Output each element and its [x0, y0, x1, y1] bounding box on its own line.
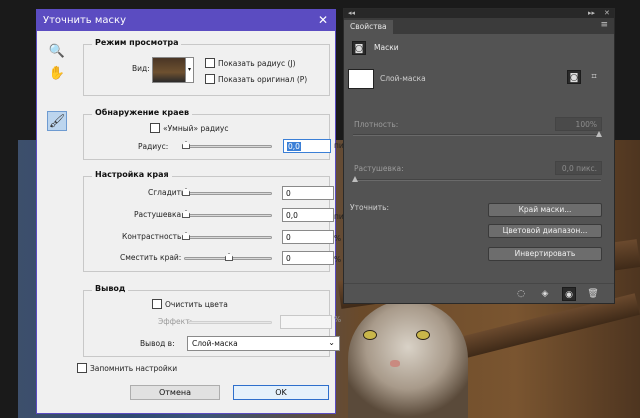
density-label: Плотность: [354, 120, 399, 129]
close-icon[interactable]: ✕ [604, 9, 610, 18]
smart-radius-checkbox[interactable] [150, 123, 160, 133]
smooth-input[interactable]: 0 [282, 186, 334, 200]
edge-detection-title: Обнаружение краев [92, 108, 193, 117]
pixel-mask-icon[interactable]: ◙ [567, 70, 581, 84]
feather-slider[interactable] [352, 176, 601, 182]
refine-mask-dialog: Уточнить маску ✕ 🔍 ✋ 🖌 Режим просмотра В… [36, 9, 355, 414]
feather-slider-handle[interactable] [352, 176, 358, 182]
feather-label: Растушевка: [354, 164, 404, 173]
cat-eye [363, 330, 377, 340]
adjust-edge-group: Настройка края Сгладить: 0 Растушевка: 0… [83, 170, 334, 272]
visibility-icon[interactable]: ◉ [562, 287, 576, 301]
feather-slider[interactable] [182, 210, 272, 218]
shift-edge-unit: % [334, 255, 342, 264]
amount-label: Эффект: [158, 317, 193, 326]
mask-edge-button[interactable]: Край маски... [488, 203, 602, 217]
zoom-tool-icon[interactable]: 🔍 [47, 41, 67, 61]
shift-edge-label: Сместить край: [120, 253, 182, 262]
adjust-edge-title: Настройка края [92, 170, 172, 179]
show-original-label: Показать оригинал (P) [218, 75, 308, 84]
cat-eye [416, 330, 430, 340]
properties-panel: ◂◂ ▸▸ ✕ Свойства ≡ ◙ Маски Слой-маска ◙ … [343, 8, 615, 304]
trash-icon[interactable]: 🗑 [586, 287, 600, 301]
amount-slider [188, 321, 272, 324]
decontaminate-label: Очистить цвета [165, 300, 228, 309]
panel-menu-icon[interactable]: ≡ [600, 20, 608, 30]
radius-input[interactable]: 0,0 [283, 139, 331, 153]
contrast-slider[interactable] [182, 232, 272, 240]
refine-label: Уточнить: [350, 203, 390, 212]
cat-nose [390, 360, 400, 367]
masks-label: Маски [374, 43, 399, 52]
smart-radius-label: «Умный» радиус [163, 124, 229, 133]
contrast-unit: % [334, 234, 342, 243]
density-slider[interactable] [353, 131, 602, 137]
amount-unit: % [334, 315, 342, 324]
cat-head [348, 300, 468, 418]
decontaminate-checkbox[interactable] [152, 299, 162, 309]
mask-icon: ◙ [352, 41, 366, 55]
color-range-button[interactable]: Цветовой диапазон... [488, 224, 602, 238]
chevron-down-icon: ⌄ [328, 338, 335, 347]
dialog-titlebar: Уточнить маску ✕ [37, 10, 335, 31]
invert-button[interactable]: Инвертировать [488, 247, 602, 261]
close-icon[interactable]: ✕ [317, 14, 329, 26]
edge-detection-group: Обнаружение краев «Умный» радиус Радиус:… [83, 108, 331, 160]
feather-input[interactable]: 0,0 пикс. [555, 161, 602, 175]
radius-slider[interactable] [182, 141, 272, 149]
tab-properties[interactable]: Свойства [344, 20, 393, 34]
vector-mask-icon[interactable]: ⌗ [587, 70, 601, 84]
collapse-right-icon[interactable]: ▸▸ [588, 9, 595, 18]
smooth-slider[interactable] [182, 188, 272, 196]
ok-button[interactable]: OK [233, 385, 329, 400]
collapse-left-icon[interactable]: ◂◂ [348, 9, 355, 18]
show-radius-label: Показать радиус (J) [218, 59, 296, 68]
cancel-button[interactable]: Отмена [130, 385, 220, 400]
contrast-label: Контрастность: [122, 232, 184, 241]
apply-mask-icon[interactable]: ◈ [538, 287, 552, 301]
radius-value: 0,0 [287, 142, 301, 151]
remember-settings-label: Запомнить настройки [90, 364, 178, 373]
density-input[interactable]: 100% [555, 117, 602, 131]
output-group: Вывод Очистить цвета Эффект: Вывод в: Сл… [83, 284, 340, 357]
view-label: Вид: [132, 64, 150, 73]
view-mode-title: Режим просмотра [92, 38, 182, 47]
show-original-checkbox[interactable] [205, 74, 215, 84]
radius-slider-handle[interactable] [182, 141, 190, 149]
smooth-label: Сгладить: [148, 188, 188, 197]
refine-radius-brush-icon[interactable]: 🖌 [47, 111, 67, 131]
density-slider-handle[interactable] [596, 131, 602, 137]
panel-tabs: Свойства ≡ [344, 18, 614, 34]
load-selection-icon[interactable]: ◌ [514, 287, 528, 301]
layer-mask-label: Слой-маска [380, 74, 426, 83]
shift-edge-slider-handle[interactable] [225, 253, 233, 261]
view-mode-group: Режим просмотра Вид: ▾ Показать радиус (… [83, 38, 330, 96]
feather-input[interactable]: 0,0 [282, 208, 334, 222]
view-thumbnail[interactable] [152, 57, 186, 83]
panel-top-strip: ◂◂ ▸▸ ✕ [344, 9, 614, 18]
output-title: Вывод [92, 284, 129, 293]
layer-mask-thumbnail[interactable] [348, 69, 374, 89]
radius-label: Радиус: [138, 142, 169, 151]
panel-bottom-bar: ◌ ◈ ◉ 🗑 [344, 283, 614, 303]
output-to-value: Слой-маска [192, 339, 238, 348]
hand-tool-icon[interactable]: ✋ [47, 63, 67, 83]
view-dropdown-icon[interactable]: ▾ [186, 57, 194, 83]
dialog-title: Уточнить маску [43, 15, 127, 26]
feather-label: Растушевка: [134, 210, 184, 219]
shift-edge-slider[interactable] [184, 253, 272, 261]
shift-edge-input[interactable]: 0 [282, 251, 334, 265]
output-to-label: Вывод в: [140, 339, 175, 348]
amount-input [280, 315, 332, 329]
show-radius-checkbox[interactable] [205, 58, 215, 68]
output-to-select[interactable]: Слой-маска ⌄ [187, 336, 340, 351]
remember-settings-checkbox[interactable] [77, 363, 87, 373]
contrast-input[interactable]: 0 [282, 230, 334, 244]
